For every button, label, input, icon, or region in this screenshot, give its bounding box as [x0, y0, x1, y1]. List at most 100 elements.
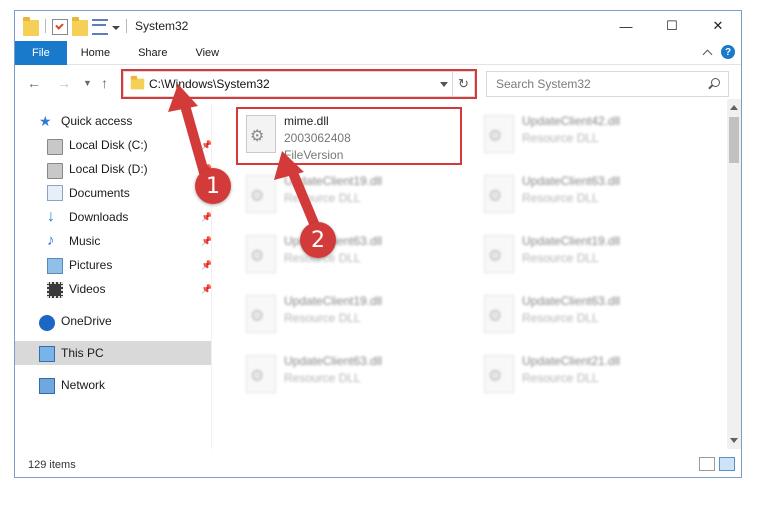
file-name: UpdateClient19.dll: [522, 234, 621, 248]
address-highlight-box: [121, 69, 477, 99]
dll-file-icon: [246, 295, 276, 333]
search-placeholder: Search System32: [496, 77, 591, 91]
file-description: Resource DLL: [284, 371, 361, 385]
file-description: Resource DLL: [284, 251, 361, 265]
minimize-button[interactable]: —: [603, 11, 649, 41]
explorer-window: System32 — ☐ ✕ File Home Share View ? ← …: [14, 10, 742, 478]
sidebar-item-network[interactable]: Network: [15, 373, 211, 397]
pin-icon[interactable]: 📌: [201, 237, 212, 246]
pin-icon[interactable]: 📌: [201, 285, 212, 294]
vertical-scrollbar[interactable]: [727, 99, 741, 449]
file-tile[interactable]: UpdateClient63.dllResource DLL: [476, 289, 706, 343]
sidebar-item-label: Quick access: [61, 114, 133, 128]
sidebar-item-documents[interactable]: Documents 📌: [15, 181, 212, 205]
pin-icon[interactable]: 📌: [201, 213, 212, 222]
sidebar-item-quick-access[interactable]: ★ Quick access: [15, 109, 211, 133]
back-arrow-icon[interactable]: ←: [27, 75, 41, 91]
file-description: Resource DLL: [522, 371, 599, 385]
file-name: UpdateClient19.dll: [284, 294, 383, 308]
quick-access-toolbar: [15, 16, 129, 36]
sidebar-item-pictures[interactable]: Pictures 📌: [15, 253, 212, 277]
cloud-icon: [39, 315, 55, 331]
sidebar-item-videos[interactable]: Videos 📌: [15, 277, 212, 301]
step-1-badge: 1: [195, 168, 231, 204]
disk-icon: [47, 163, 63, 179]
file-tile[interactable]: UpdateClient63.dllResource DLL: [238, 229, 468, 283]
network-icon: [39, 378, 55, 394]
folder-icon: [23, 16, 39, 36]
pin-icon[interactable]: 📌: [201, 141, 212, 150]
file-tile[interactable]: UpdateClient63.dll Resource DLL: [238, 349, 468, 403]
title-bar: System32 — ☐ ✕: [15, 11, 741, 41]
tab-home[interactable]: Home: [67, 41, 124, 65]
file-tile[interactable]: UpdateClient19.dll Resource DLL: [238, 169, 468, 223]
sidebar-item-label: Downloads: [69, 210, 129, 224]
large-icons-view-icon[interactable]: [719, 457, 735, 471]
disk-icon: [47, 139, 63, 155]
dll-file-icon: [246, 355, 276, 393]
sidebar-item-label: OneDrive: [61, 314, 112, 328]
file-description: Resource DLL: [522, 131, 599, 145]
list-view-icon[interactable]: [92, 19, 108, 35]
tab-file[interactable]: File: [15, 40, 67, 65]
file-name: UpdateClient63.dll: [522, 174, 621, 188]
new-folder-icon[interactable]: [72, 16, 88, 36]
sidebar-item-onedrive[interactable]: OneDrive: [15, 309, 211, 333]
dll-file-icon: [484, 235, 514, 273]
expand-ribbon-chevron-icon[interactable]: [702, 49, 713, 59]
document-icon: [47, 185, 63, 201]
item-count: 129 items: [28, 459, 76, 471]
tab-view[interactable]: View: [181, 41, 233, 65]
view-switcher: [699, 457, 735, 471]
sidebar-item-music[interactable]: ♪ Music 📌: [15, 229, 212, 253]
dll-file-icon: [484, 175, 514, 213]
maximize-button[interactable]: ☐: [649, 11, 695, 41]
forward-arrow-icon[interactable]: →: [57, 75, 71, 91]
sidebar-item-label: Local Disk (C:): [69, 138, 148, 152]
close-button[interactable]: ✕: [695, 11, 741, 41]
file-description: Resource DLL: [522, 191, 599, 205]
scroll-thumb[interactable]: [729, 117, 739, 163]
tab-share[interactable]: Share: [124, 41, 181, 65]
sidebar-item-local-disk-d[interactable]: Local Disk (D:) 📌: [15, 157, 212, 181]
ribbon-right-controls: ?: [702, 45, 735, 59]
scroll-up-icon[interactable]: [730, 105, 738, 110]
sidebar-item-local-disk-c[interactable]: Local Disk (C:) 📌: [15, 133, 212, 157]
video-icon: [47, 281, 63, 298]
pictures-icon: [47, 258, 63, 274]
customize-toolbar-dropdown-icon[interactable]: [112, 26, 120, 30]
status-bar: 129 items: [15, 453, 741, 477]
help-icon[interactable]: ?: [721, 45, 735, 59]
recent-locations-chevron-icon[interactable]: ▼: [83, 78, 92, 88]
file-tile[interactable]: UpdateClient63.dll Resource DLL: [476, 169, 706, 223]
ribbon-tabs: File Home Share View ?: [15, 40, 741, 65]
music-icon: ♪: [47, 232, 55, 249]
details-view-icon[interactable]: [699, 457, 715, 471]
search-icon[interactable]: [711, 78, 720, 87]
file-tile[interactable]: UpdateClient19.dll Resource DLL: [238, 289, 468, 343]
file-name: UpdateClient42.dll: [522, 114, 621, 128]
sidebar-item-this-pc[interactable]: This PC: [15, 341, 211, 365]
pin-icon[interactable]: 📌: [201, 261, 212, 270]
file-description: Resource DLL: [522, 311, 599, 325]
sidebar-item-label: Music: [69, 234, 101, 248]
file-name: UpdateClient63.dll: [284, 354, 383, 368]
navigation-pane: ★ Quick access Local Disk (C:) 📌 Local D…: [15, 105, 212, 449]
file-description: Resource DLL: [284, 191, 361, 205]
toolbar-divider: [45, 19, 46, 33]
sidebar-item-label: Local Disk (D:): [69, 162, 148, 176]
dll-file-icon: [484, 295, 514, 333]
properties-check-icon[interactable]: [52, 18, 68, 35]
search-input[interactable]: Search System32: [486, 71, 729, 97]
sidebar-item-downloads[interactable]: ↓ Downloads 📌: [15, 205, 212, 229]
file-description: Resource DLL: [284, 311, 361, 325]
file-tile[interactable]: UpdateClient21.dll Resource DLL: [476, 349, 706, 403]
computer-icon: [39, 346, 55, 362]
dll-file-icon: [246, 235, 276, 273]
window-title: System32: [135, 19, 189, 33]
up-arrow-icon[interactable]: ↑: [101, 75, 108, 91]
file-tile[interactable]: UpdateClient42.dll Resource DLL: [476, 109, 706, 163]
file-name: UpdateClient19.dll: [284, 174, 383, 188]
scroll-down-icon[interactable]: [730, 438, 738, 443]
file-tile[interactable]: UpdateClient19.dll Resource DLL: [476, 229, 706, 283]
